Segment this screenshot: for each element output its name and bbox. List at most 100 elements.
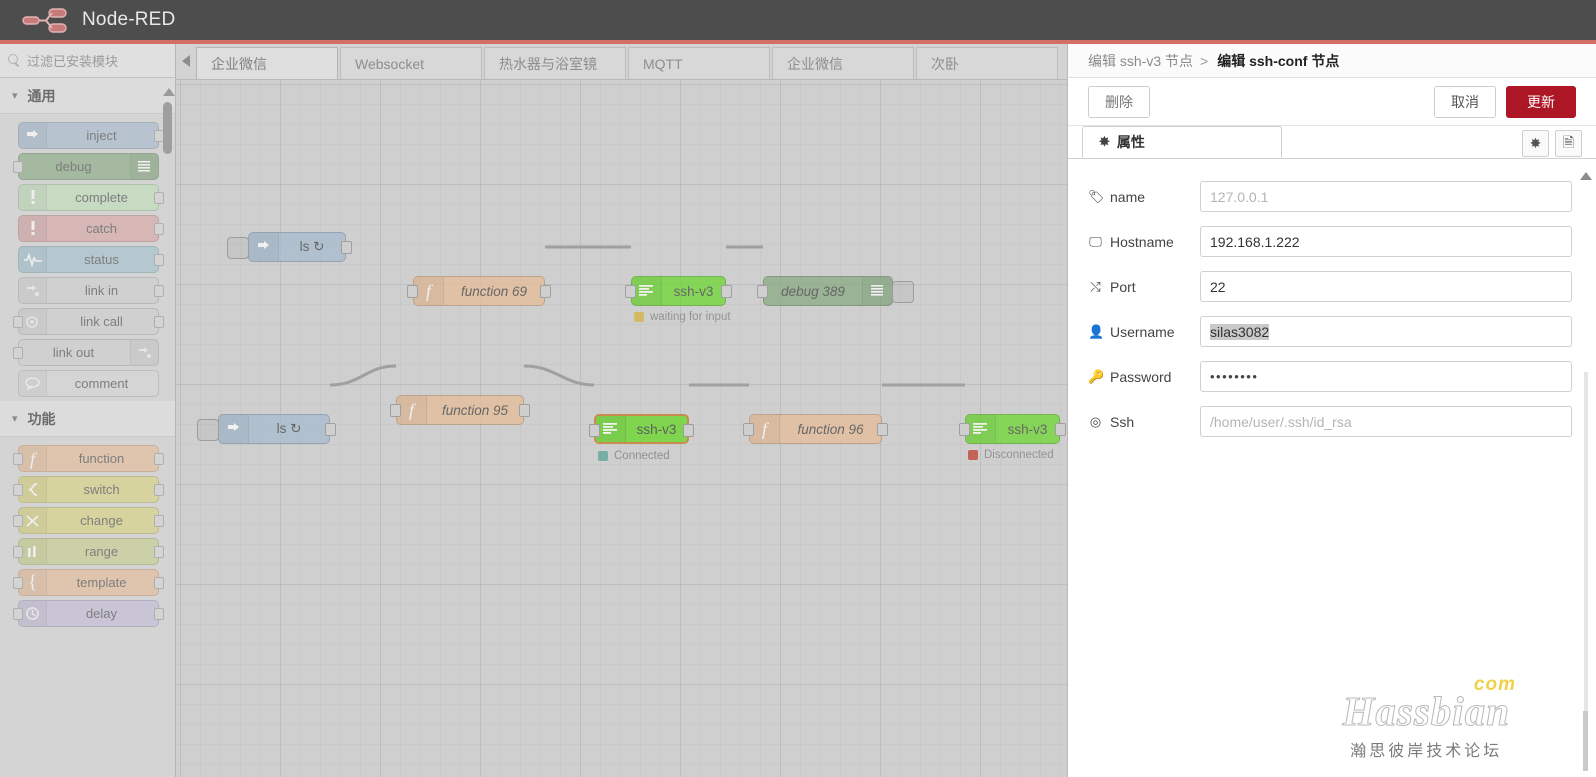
node-output-port[interactable] xyxy=(154,577,164,589)
node-input-port[interactable] xyxy=(589,424,600,437)
flow-tab-3[interactable]: 热水器与浴室镜 xyxy=(484,47,626,79)
field-input-ssh[interactable] xyxy=(1200,406,1572,437)
tag-icon: 🏷 xyxy=(1088,188,1105,204)
palette-node-catch[interactable]: catch xyxy=(18,215,164,242)
field-input-hostname[interactable] xyxy=(1200,226,1572,257)
flow-canvas[interactable]: ls ↻ f function 69 ssh-v3 waiting for input d… xyxy=(176,80,1067,777)
update-button[interactable]: 更新 xyxy=(1506,85,1576,118)
node-input-port[interactable] xyxy=(743,423,754,436)
node-output-port[interactable] xyxy=(877,423,888,436)
field-input-password[interactable]: •••••••• xyxy=(1200,361,1572,392)
flow-tab-6[interactable]: 次卧 xyxy=(916,47,1058,79)
field-input-name[interactable] xyxy=(1200,181,1572,212)
palette-scrollbar[interactable] xyxy=(163,88,175,168)
node-output-port[interactable] xyxy=(154,254,164,266)
flow-tab-1[interactable]: 企业微信 xyxy=(196,47,338,79)
node-output-port[interactable] xyxy=(154,285,164,297)
node-output-port[interactable] xyxy=(325,423,336,436)
edit-panel-scrollbar[interactable] xyxy=(1580,172,1592,777)
palette-node-template[interactable]: {template xyxy=(13,569,164,596)
node-input-port[interactable] xyxy=(407,285,418,298)
palette-node-comment[interactable]: comment xyxy=(18,370,159,397)
palette-node-switch[interactable]: switch xyxy=(13,476,164,503)
node-output-port[interactable] xyxy=(683,424,694,437)
debug-toggle-button[interactable] xyxy=(892,281,914,303)
inject-trigger-button[interactable] xyxy=(227,237,249,259)
tab-scroll-left-button[interactable] xyxy=(176,44,196,79)
flow-node-func69[interactable]: f function 69 xyxy=(407,276,551,306)
flow-tab-2[interactable]: Websocket xyxy=(340,47,482,79)
node-output-port[interactable] xyxy=(154,223,164,235)
node-output-port[interactable] xyxy=(154,515,164,527)
node-input-port[interactable] xyxy=(390,404,401,417)
gear-icon[interactable]: ✸ xyxy=(1522,130,1549,157)
edit-panel-scroll-thumb[interactable] xyxy=(1583,711,1588,771)
palette-node-change[interactable]: change xyxy=(13,507,164,534)
flow-tab-5[interactable]: 企业微信 xyxy=(772,47,914,79)
palette-node-status[interactable]: status xyxy=(18,246,164,273)
palette-category-2[interactable]: ▾ 功能 xyxy=(0,401,175,437)
field-input-username[interactable]: silas3082 xyxy=(1200,316,1572,347)
flow-node-func95[interactable]: f function 95 xyxy=(390,395,530,425)
edit-panel-scroll-track[interactable] xyxy=(1584,372,1588,732)
flow-node-debug389[interactable]: debug 389 xyxy=(757,276,914,306)
comment-bubble-icon xyxy=(19,371,47,396)
breadcrumb-parent[interactable]: 编辑 ssh-v3 节点 xyxy=(1088,51,1193,71)
palette-node-label: link out xyxy=(52,345,95,360)
palette-node-link-call[interactable]: link call xyxy=(13,308,164,335)
palette-node-debug[interactable]: debug xyxy=(13,153,159,180)
node-output-port[interactable] xyxy=(154,484,164,496)
flow-node-sshv3c[interactable]: ssh-v3 Disconnected xyxy=(959,414,1066,461)
node-output-port[interactable] xyxy=(540,285,551,298)
node-input-port[interactable] xyxy=(625,285,636,298)
node-output-port[interactable] xyxy=(154,546,164,558)
tab-properties[interactable]: ✸ 属性 xyxy=(1082,126,1282,158)
node-input-port[interactable] xyxy=(13,161,23,173)
node-input-port[interactable] xyxy=(959,423,970,436)
cancel-button[interactable]: 取消 xyxy=(1434,85,1496,118)
flow-tab-4[interactable]: MQTT xyxy=(628,47,770,79)
palette-node-link-in[interactable]: link in xyxy=(18,277,164,304)
function-f-icon: f xyxy=(414,277,444,305)
node-output-port[interactable] xyxy=(1055,423,1066,436)
node-input-port[interactable] xyxy=(13,453,23,465)
node-input-port[interactable] xyxy=(13,484,23,496)
key-icon: 🔑 xyxy=(1088,368,1105,384)
flow-node-sshv3b[interactable]: ssh-v3 Connected xyxy=(589,414,694,462)
palette-node-complete[interactable]: complete xyxy=(18,184,164,211)
node-input-port[interactable] xyxy=(13,347,23,359)
field-input-port[interactable] xyxy=(1200,271,1572,302)
node-output-port[interactable] xyxy=(154,608,164,620)
node-output-port[interactable] xyxy=(154,316,164,328)
flow-node-inject2[interactable]: ls ↻ xyxy=(197,414,336,444)
node-input-port[interactable] xyxy=(13,608,23,620)
palette-node-inject[interactable]: inject xyxy=(18,122,164,149)
palette-node-function[interactable]: f function xyxy=(13,445,164,472)
delete-button[interactable]: 删除 xyxy=(1088,85,1150,118)
node-output-port[interactable] xyxy=(721,285,732,298)
node-output-port[interactable] xyxy=(341,241,352,254)
palette-node-delay[interactable]: delay xyxy=(13,600,164,627)
flow-node-inject1[interactable]: ls ↻ xyxy=(227,232,352,262)
scroll-up-arrow-icon[interactable] xyxy=(163,88,175,96)
node-output-port[interactable] xyxy=(154,192,164,204)
palette-node-label: template xyxy=(76,575,127,590)
node-input-port[interactable] xyxy=(13,515,23,527)
palette-node-link-out[interactable]: link out xyxy=(13,339,159,366)
palette-scroll-thumb[interactable] xyxy=(163,102,172,154)
flow-node-sshv3a[interactable]: ssh-v3 waiting for input xyxy=(625,276,732,323)
node-input-port[interactable] xyxy=(13,577,23,589)
flow-node-func96[interactable]: f function 96 xyxy=(743,414,888,444)
palette-search[interactable]: 过滤已安装模块 xyxy=(0,44,175,78)
palette-category-1[interactable]: ▾ 通用 xyxy=(0,78,175,114)
node-output-port[interactable] xyxy=(519,404,530,417)
description-icon[interactable]: 🗎 xyxy=(1555,130,1582,157)
palette-node-label: complete xyxy=(75,190,128,205)
node-output-port[interactable] xyxy=(154,453,164,465)
palette-node-range[interactable]: range xyxy=(13,538,164,565)
scroll-up-arrow-icon[interactable] xyxy=(1580,172,1592,180)
node-input-port[interactable] xyxy=(757,285,768,298)
node-input-port[interactable] xyxy=(13,316,23,328)
inject-trigger-button[interactable] xyxy=(197,419,219,441)
node-input-port[interactable] xyxy=(13,546,23,558)
